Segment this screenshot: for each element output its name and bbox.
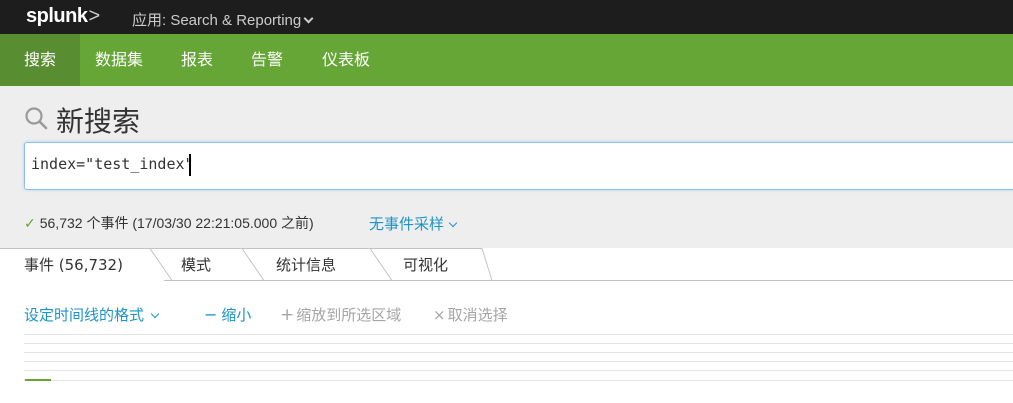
zoom-to-selection-label: 缩放到所选区域 — [296, 306, 402, 324]
nav-item-alerts[interactable]: 告警 — [227, 34, 307, 86]
deselect-button[interactable]: × 取消选择 — [433, 304, 508, 325]
tabs-divider — [490, 280, 1013, 281]
format-timeline-dropdown[interactable]: 设定时间线的格式 — [24, 304, 160, 325]
minus-icon: − — [204, 305, 218, 324]
search-input[interactable] — [31, 155, 931, 173]
plus-icon: + — [280, 305, 295, 325]
search-panel: 新搜索 ✓56,732 个事件 (17/03/30 22:21:05.000 之… — [0, 86, 1013, 248]
timeline-baseline — [24, 380, 1013, 381]
nav-item-search[interactable]: 搜索 — [0, 34, 81, 86]
splunk-logo[interactable]: splunk> — [26, 5, 100, 28]
event-sampling-dropdown[interactable]: 无事件采样 — [369, 213, 458, 234]
nav-item-dashboards[interactable]: 仪表板 — [298, 34, 394, 86]
app-switcher-label: 应用: Search & Reporting — [132, 12, 302, 29]
tab-patterns[interactable]: 模式 — [181, 254, 211, 275]
close-icon: × — [433, 306, 446, 324]
timeline-gridline — [24, 343, 1013, 344]
nav-item-label: 告警 — [251, 50, 284, 69]
tab-label: 可视化 — [403, 256, 449, 274]
nav-item-label: 报表 — [181, 50, 214, 69]
event-sampling-label: 无事件采样 — [369, 215, 445, 233]
tab-label: 统计信息 — [276, 256, 337, 274]
nav-item-reports[interactable]: 报表 — [157, 34, 237, 86]
timeline-chart[interactable] — [24, 334, 1013, 382]
event-count-summary: 56,732 个事件 (17/03/30 22:21:05.000 之前) — [39, 215, 314, 231]
timeline-gridline — [24, 361, 1013, 362]
chevron-down-icon — [303, 13, 314, 24]
app-nav-bar: 搜索 数据集 报表 告警 仪表板 — [0, 34, 1013, 86]
format-timeline-label: 设定时间线的格式 — [24, 306, 145, 324]
logo-text: splunk — [26, 5, 88, 27]
timeline-gridline — [24, 370, 1013, 371]
nav-item-label: 仪表板 — [322, 50, 371, 69]
result-tabs: 事件 (56,732) 模式 统计信息 可视化 — [0, 248, 1013, 281]
tab-label: 模式 — [181, 256, 212, 274]
chevron-down-icon — [150, 309, 160, 319]
tab-outlines — [0, 248, 493, 281]
timeline-gridline — [24, 334, 1013, 335]
nav-item-label: 数据集 — [95, 50, 144, 69]
tab-label: 事件 (56,732) — [24, 256, 123, 274]
tab-visualization[interactable]: 可视化 — [403, 254, 448, 275]
top-bar: splunk> 应用: Search & Reporting — [0, 0, 1013, 34]
chevron-down-icon — [448, 218, 458, 228]
tab-events[interactable]: 事件 (56,732) — [24, 254, 123, 275]
timeline-bar[interactable] — [25, 379, 51, 381]
zoom-out-button[interactable]: − 缩小 — [204, 304, 251, 325]
nav-item-label: 搜索 — [24, 50, 57, 69]
tab-statistics[interactable]: 统计信息 — [276, 254, 336, 275]
zoom-out-label: 缩小 — [221, 306, 252, 324]
job-status: ✓ 56,732 个事件 (17/03/30 22:21:05.000 之前) — [24, 213, 314, 233]
timeline-gridline — [24, 352, 1013, 353]
nav-item-datasets[interactable]: 数据集 — [71, 34, 167, 86]
page-title-text: 新搜索 — [56, 105, 141, 138]
zoom-to-selection-button[interactable]: + 缩放到所选区域 — [280, 304, 401, 325]
search-bar[interactable] — [24, 142, 1013, 190]
app-switcher[interactable]: 应用: Search & Reporting — [132, 9, 314, 30]
timeline-toolbar: 设定时间线的格式 − 缩小 + 缩放到所选区域 × 取消选择 — [24, 304, 1013, 326]
deselect-label: 取消选择 — [447, 306, 508, 324]
check-icon: ✓ — [24, 215, 36, 231]
logo-chevron: > — [88, 5, 100, 27]
text-cursor — [189, 154, 191, 176]
search-icon — [25, 107, 48, 130]
